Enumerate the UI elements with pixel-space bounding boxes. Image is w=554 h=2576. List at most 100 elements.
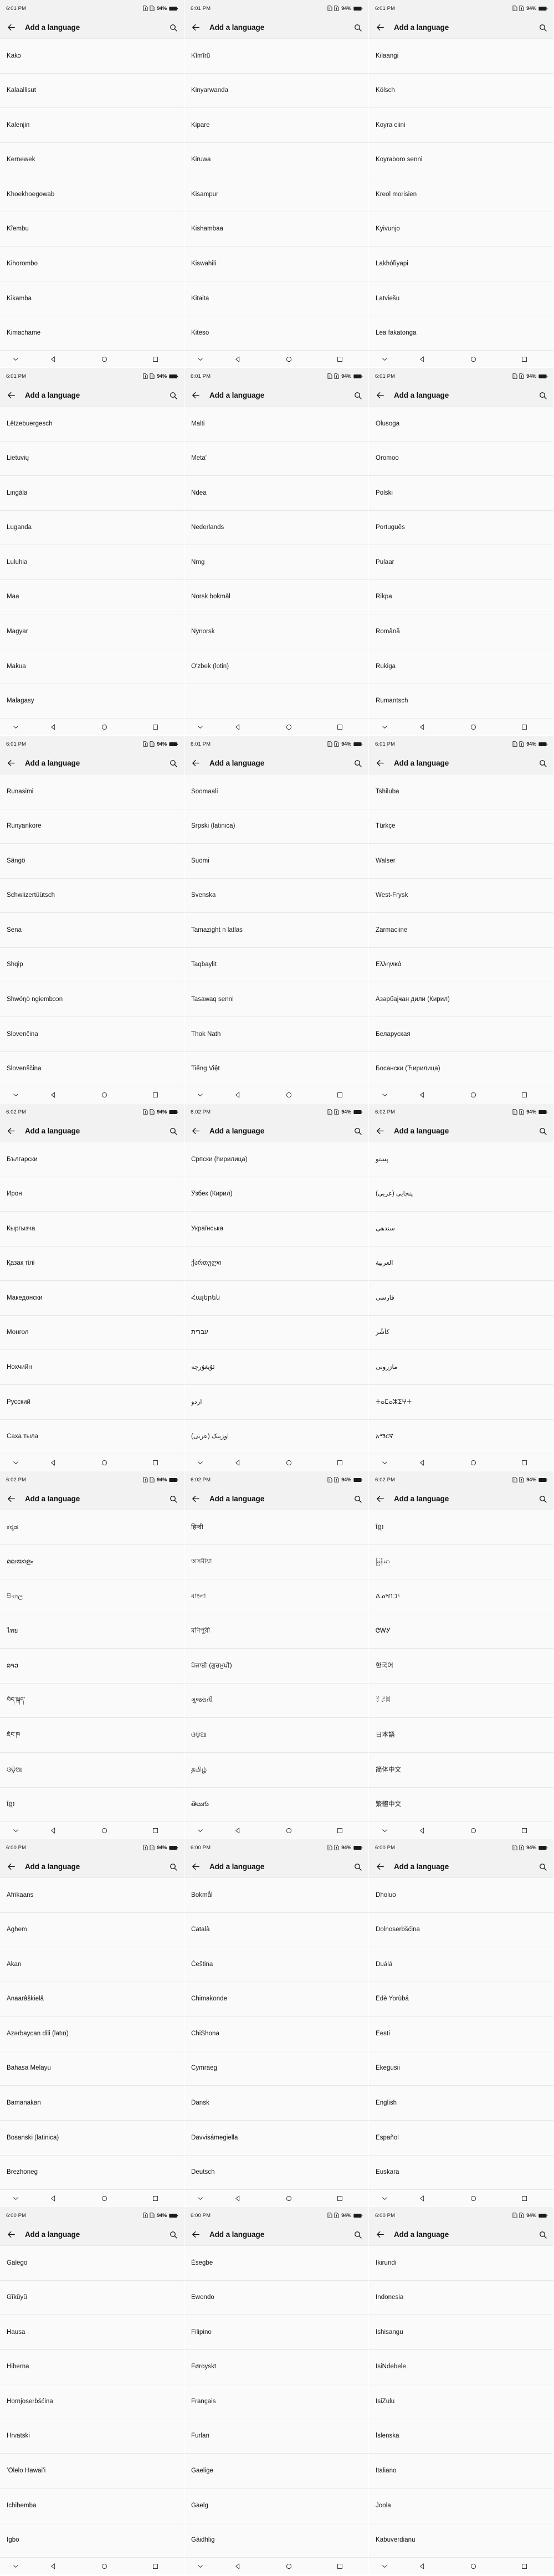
language-list-item[interactable]: Latviešu — [369, 281, 553, 316]
language-list-item[interactable]: Kinyarwanda — [184, 73, 368, 109]
language-list-item[interactable]: Føroyskt — [184, 2349, 368, 2385]
language-list-item[interactable]: فارسی — [369, 1281, 553, 1316]
language-list-item[interactable]: كأشُر — [369, 1315, 553, 1351]
nav-recents-button[interactable] — [314, 1459, 365, 1466]
language-list-item[interactable]: Ésegbe — [184, 2246, 368, 2281]
language-list-item[interactable]: سندھی — [369, 1212, 553, 1246]
nav-hide-button[interactable] — [188, 2563, 212, 2570]
language-list-item[interactable]: پښتو — [369, 1142, 553, 1177]
language-list-item[interactable]: ქართული — [184, 1246, 368, 1281]
language-list-item[interactable]: Lëtzebuergesch — [0, 407, 184, 442]
back-arrow-icon[interactable] — [7, 1126, 16, 1136]
nav-hide-button[interactable] — [188, 1827, 212, 1834]
language-list-item[interactable]: Монгол — [0, 1315, 184, 1351]
language-list-item[interactable]: Ishisangu — [369, 2315, 553, 2350]
back-arrow-icon[interactable] — [376, 23, 385, 32]
nav-back-button[interactable] — [212, 2195, 263, 2202]
nav-hide-button[interactable] — [188, 723, 212, 731]
language-list-item[interactable]: Kishambaa — [184, 212, 368, 247]
language-list-item[interactable]: IsiZulu — [369, 2384, 553, 2419]
language-list-item[interactable]: Русский — [0, 1384, 184, 1420]
language-list-item[interactable]: Ирон — [0, 1177, 184, 1212]
nav-recents-button[interactable] — [499, 723, 550, 731]
nav-home-button[interactable] — [79, 356, 130, 363]
language-list-item[interactable]: हिन्दी — [184, 1510, 368, 1545]
language-list-item[interactable]: Ekegusii — [369, 2051, 553, 2086]
language-list-item[interactable]: Kikamba — [0, 281, 184, 316]
language-list-item[interactable]: Kisampur — [184, 177, 368, 212]
language-list-item[interactable]: Kiteso — [184, 316, 368, 351]
language-list-item[interactable]: West-Frysk — [369, 878, 553, 914]
language-list-item[interactable]: ไทย — [0, 1614, 184, 1649]
language-list-item[interactable]: Kihorombo — [0, 247, 184, 281]
language-list-item[interactable]: Kalenjin — [0, 108, 184, 143]
nav-back-button[interactable] — [397, 2563, 448, 2570]
nav-back-button[interactable] — [212, 1459, 263, 1466]
nav-recents-button[interactable] — [314, 723, 365, 731]
nav-home-button[interactable] — [263, 1827, 314, 1834]
language-list-item[interactable]: Shqip — [0, 947, 184, 983]
nav-home-button[interactable] — [79, 1459, 130, 1466]
language-list-item[interactable]: Kalaallisut — [0, 73, 184, 109]
nav-recents-button[interactable] — [314, 2195, 365, 2202]
language-list-item[interactable]: ʻŌlelo Hawaiʻi — [0, 2454, 184, 2488]
language-list-item[interactable]: Kiruwa — [184, 142, 368, 178]
language-list-item[interactable]: Kipare — [184, 108, 368, 143]
language-list-item[interactable]: Kreol morisien — [369, 177, 553, 212]
nav-home-button[interactable] — [263, 723, 314, 731]
language-list-item[interactable]: Akan — [0, 1947, 184, 1982]
back-arrow-icon[interactable] — [376, 1862, 385, 1871]
language-list-item[interactable]: Hrvatski — [0, 2419, 184, 2454]
nav-recents-button[interactable] — [314, 356, 365, 363]
nav-recents-button[interactable] — [130, 2563, 181, 2570]
language-list-item[interactable]: Rukiga — [369, 649, 553, 684]
nav-home-button[interactable] — [79, 2563, 130, 2570]
search-icon[interactable] — [169, 1127, 178, 1136]
nav-recents-button[interactable] — [314, 1091, 365, 1099]
language-list-item[interactable]: Furlan — [184, 2419, 368, 2454]
nav-hide-button[interactable] — [3, 2195, 28, 2202]
nav-back-button[interactable] — [397, 1459, 448, 1466]
language-list-item[interactable]: Bahasa Melayu — [0, 2051, 184, 2086]
nav-home-button[interactable] — [263, 356, 314, 363]
language-list-item[interactable]: Thok Nath — [184, 1017, 368, 1052]
search-icon[interactable] — [353, 1495, 362, 1503]
language-list-item[interactable]: Nederlands — [184, 510, 368, 546]
language-list-item[interactable]: Íslenska — [369, 2419, 553, 2454]
nav-home-button[interactable] — [79, 1827, 130, 1834]
language-list-item[interactable]: Саха тыла — [0, 1419, 184, 1455]
nav-home-button[interactable] — [79, 1091, 130, 1099]
language-list-item[interactable]: Tshiluba — [369, 774, 553, 809]
language-list-item[interactable]: Chimakonde — [184, 1982, 368, 2017]
language-list-item[interactable]: ଓଡ଼ିଆ — [0, 1752, 184, 1788]
nav-recents-button[interactable] — [499, 356, 550, 363]
language-list-item[interactable]: తెలుగు — [184, 1787, 368, 1823]
language-list-item[interactable]: ລາວ — [0, 1649, 184, 1684]
language-list-item[interactable]: Cymraeg — [184, 2051, 368, 2086]
search-icon[interactable] — [169, 1495, 178, 1503]
nav-recents-button[interactable] — [499, 1827, 550, 1834]
language-list-item[interactable]: ខ្មែរ — [369, 1510, 553, 1545]
language-list-item[interactable]: Galego — [0, 2246, 184, 2281]
nav-hide-button[interactable] — [372, 723, 397, 731]
nav-back-button[interactable] — [397, 723, 448, 731]
language-list-item[interactable]: Ελληνικά — [369, 947, 553, 983]
nav-recents-button[interactable] — [130, 356, 181, 363]
language-list-item[interactable]: Hiberna — [0, 2349, 184, 2385]
language-list-item[interactable]: Hornjoserbšćina — [0, 2384, 184, 2419]
language-list-item[interactable]: Kiswahili — [184, 247, 368, 281]
language-list-item[interactable]: Eesti — [369, 2016, 553, 2051]
language-list-item[interactable]: Português — [369, 510, 553, 546]
language-list-item[interactable]: ཇོང་ཁ — [0, 1718, 184, 1753]
language-list-item[interactable]: Македонски — [0, 1281, 184, 1316]
language-list-item[interactable]: Lea fakatonga — [369, 316, 553, 351]
language-list-item[interactable]: ಕನ್ನಡ — [0, 1510, 184, 1545]
language-list-item[interactable]: অসমীয়া — [184, 1544, 368, 1580]
nav-home-button[interactable] — [448, 2563, 499, 2570]
language-list-item[interactable]: Ikirundi — [369, 2246, 553, 2281]
search-icon[interactable] — [538, 2230, 547, 2239]
search-icon[interactable] — [169, 2230, 178, 2239]
back-arrow-icon[interactable] — [7, 391, 16, 400]
language-list-item[interactable]: Kimachame — [0, 316, 184, 351]
language-list-item[interactable]: Lietuvių — [0, 441, 184, 476]
